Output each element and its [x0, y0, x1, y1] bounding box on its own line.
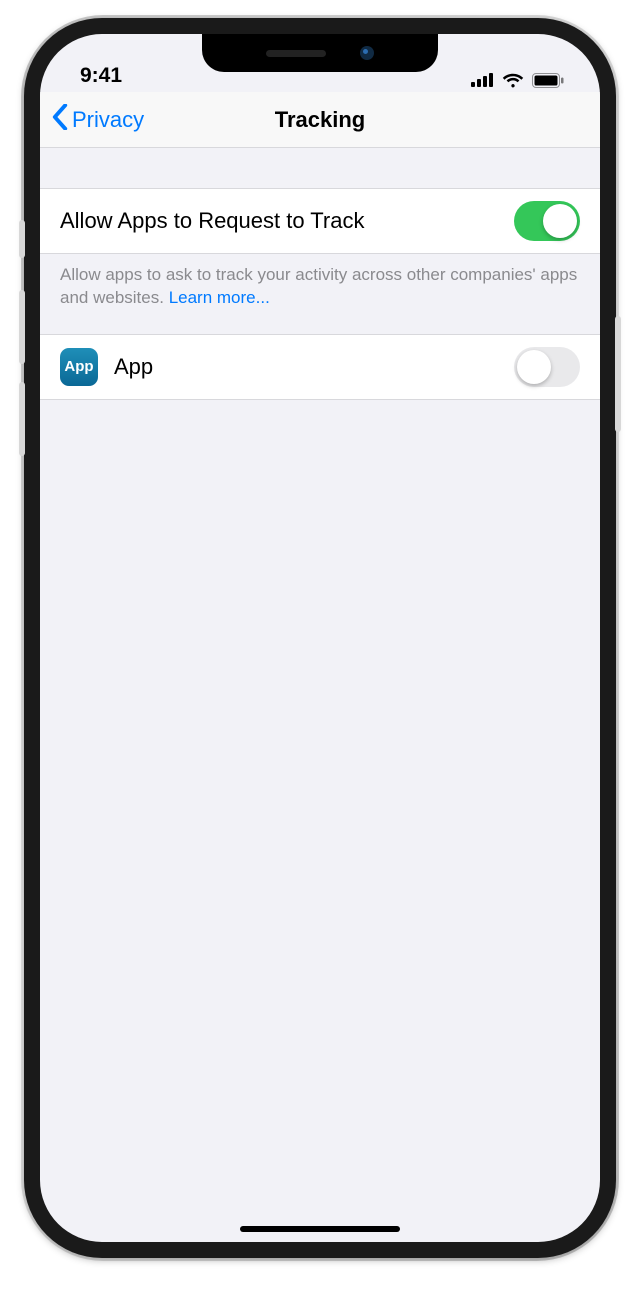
navigation-bar: Privacy Tracking	[40, 92, 600, 148]
allow-tracking-row: Allow Apps to Request to Track	[40, 188, 600, 254]
mute-switch	[19, 220, 25, 258]
volume-down-button	[19, 382, 25, 456]
phone-frame: 9:41 Privacy Tracking	[24, 18, 616, 1258]
back-label: Privacy	[72, 107, 144, 133]
back-button[interactable]: Privacy	[52, 104, 144, 136]
wifi-icon	[502, 72, 524, 88]
chevron-left-icon	[52, 104, 68, 136]
earpiece-speaker	[266, 50, 326, 57]
content: Allow Apps to Request to Track Allow app…	[40, 148, 600, 400]
app-tracking-row: App App	[40, 334, 600, 400]
app-icon: App	[60, 348, 98, 386]
cellular-icon	[471, 73, 494, 87]
volume-up-button	[19, 290, 25, 364]
notch	[202, 34, 438, 72]
app-tracking-toggle[interactable]	[514, 347, 580, 387]
home-indicator[interactable]	[240, 1226, 400, 1232]
allow-tracking-toggle[interactable]	[514, 201, 580, 241]
screen: 9:41 Privacy Tracking	[40, 34, 600, 1242]
allow-tracking-footer: Allow apps to ask to track your activity…	[40, 254, 600, 334]
side-button	[615, 316, 621, 432]
allow-tracking-label: Allow Apps to Request to Track	[60, 208, 365, 234]
app-name-label: App	[114, 354, 153, 380]
learn-more-link[interactable]: Learn more...	[169, 288, 270, 307]
battery-icon	[532, 73, 564, 88]
front-camera	[360, 46, 374, 60]
status-time: 9:41	[80, 64, 122, 88]
footer-description: Allow apps to ask to track your activity…	[60, 265, 577, 307]
